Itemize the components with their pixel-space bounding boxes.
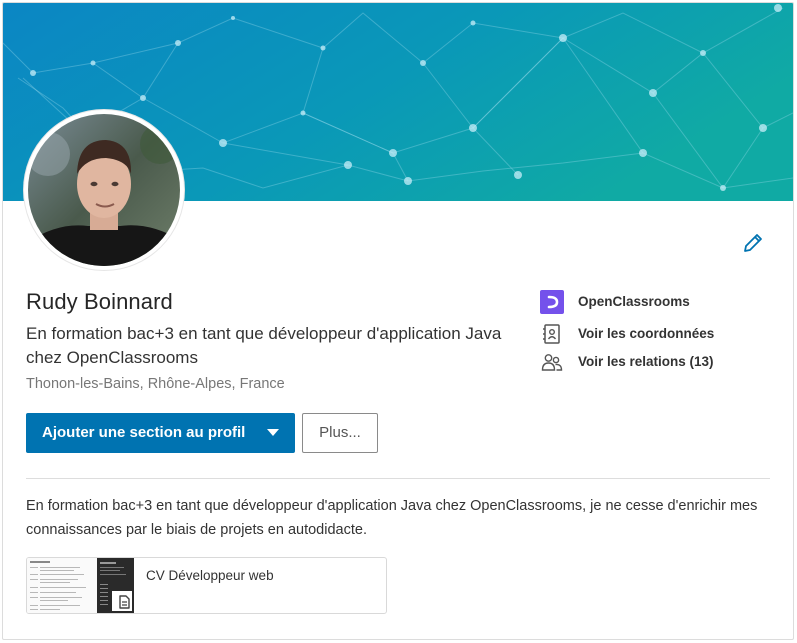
media-attachment[interactable]: CV Développeur web	[26, 557, 387, 614]
add-profile-section-label: Ajouter une section au profil	[42, 424, 246, 441]
caret-down-icon	[267, 429, 279, 436]
profile-name: Rudy Boinnard	[26, 289, 173, 314]
profile-photo	[28, 114, 180, 266]
contact-card-icon	[540, 322, 564, 346]
sidebar-item-label: OpenClassrooms	[578, 294, 690, 309]
profile-location: Thonon-les-Bains, Rhône-Alpes, France	[26, 376, 285, 392]
profile-card: Rudy Boinnard En formation bac+3 en tant…	[2, 2, 794, 640]
media-title: CV Développeur web	[146, 568, 274, 583]
avatar[interactable]	[24, 110, 184, 270]
document-icon	[119, 595, 130, 609]
openclassrooms-logo-icon	[540, 290, 564, 314]
pencil-icon	[744, 234, 762, 252]
sidebar-item-label: Voir les relations (13)	[578, 354, 714, 369]
edit-profile-button[interactable]	[741, 231, 765, 255]
profile-headline: En formation bac+3 en tant que développe…	[26, 324, 502, 367]
profile-summary: En formation bac+3 en tant que développe…	[26, 498, 758, 538]
divider	[26, 478, 770, 479]
add-profile-section-button[interactable]: Ajouter une section au profil	[26, 413, 295, 453]
people-icon	[540, 350, 564, 374]
more-button[interactable]: Plus...	[302, 413, 378, 453]
sidebar-item-label: Voir les coordonnées	[578, 326, 715, 341]
